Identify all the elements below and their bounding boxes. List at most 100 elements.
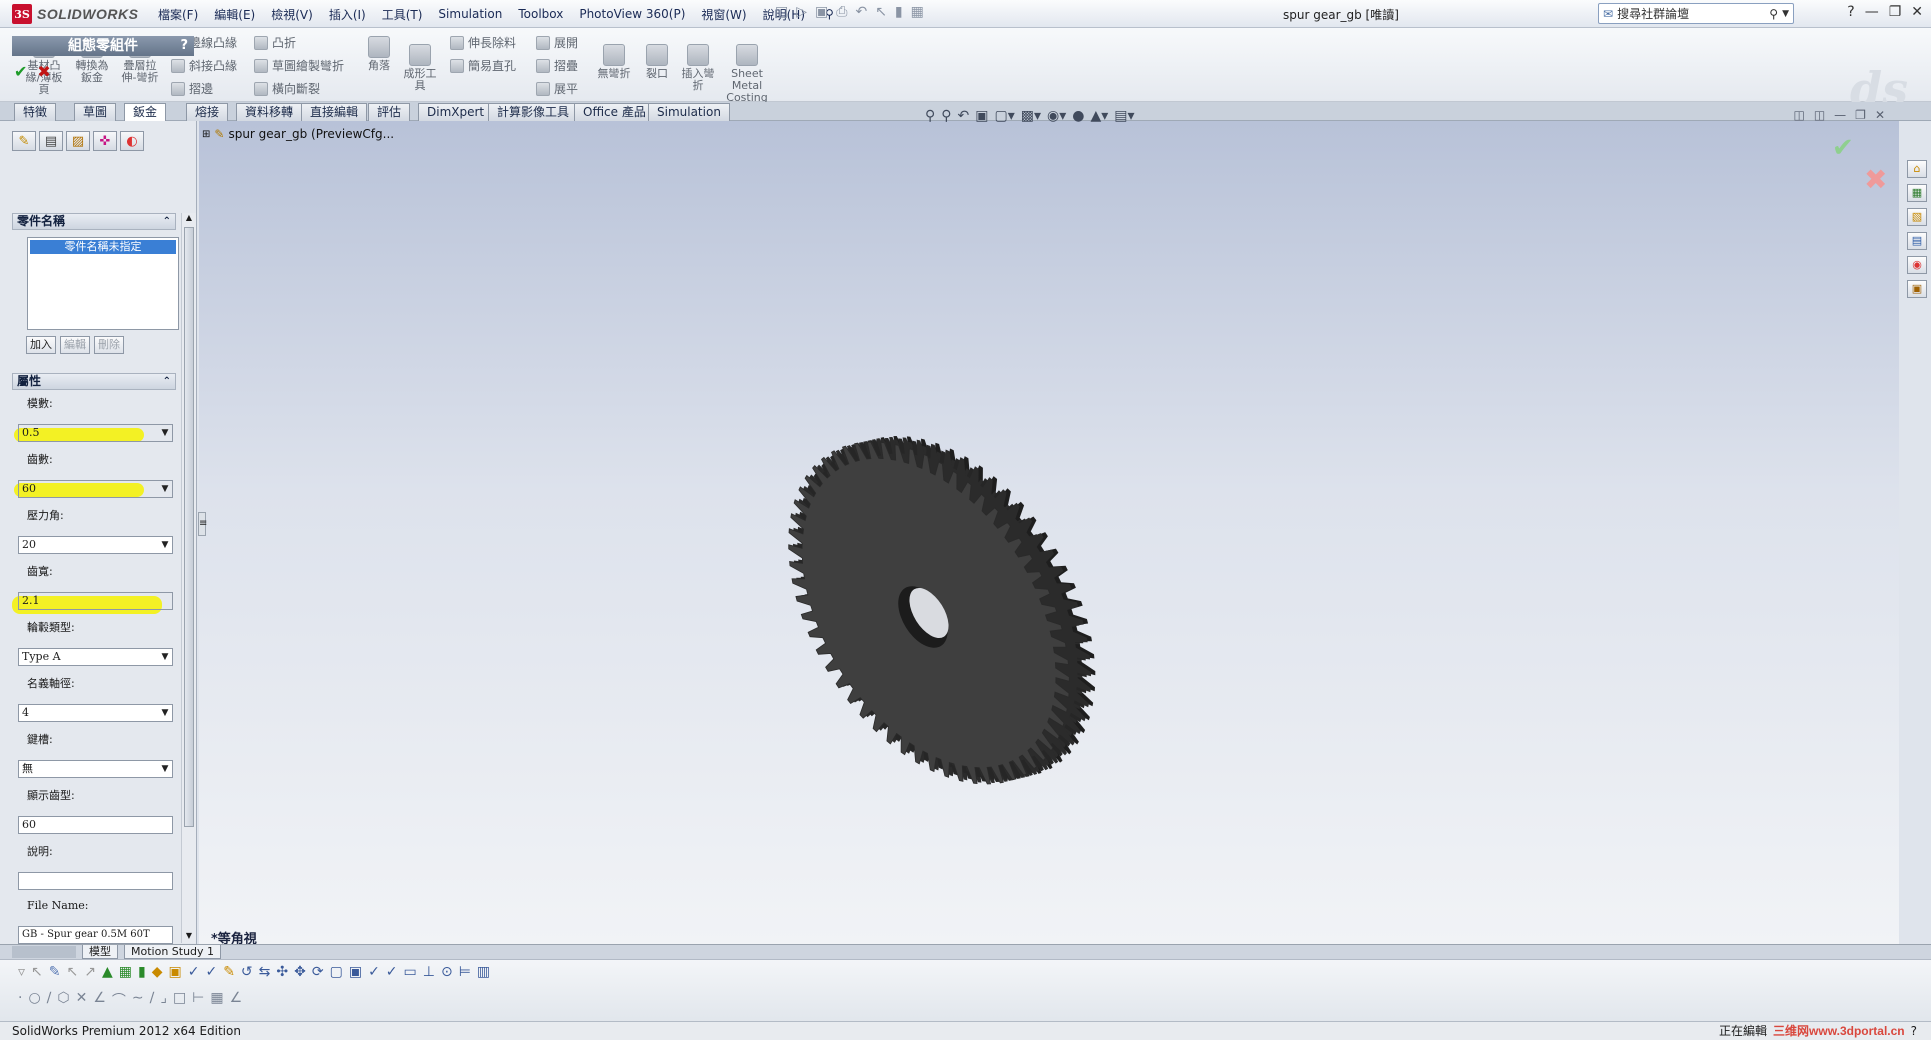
tab-model[interactable]: 模型 [82,945,118,959]
close-icon[interactable]: ✕ [1911,4,1923,20]
view-orientation-icon[interactable]: ▢▾ [995,108,1015,124]
scroll-up-icon[interactable]: ▲ [184,213,194,225]
description-input[interactable] [18,872,173,890]
configuration-manager-icon[interactable]: ▨ [66,131,90,151]
angle-icon[interactable]: ∠ [93,990,106,1010]
file-explorer-icon[interactable]: ▧ [1907,208,1927,226]
clear-filter-icon[interactable]: ↖ [67,964,79,980]
panel-splitter-handle[interactable]: ≡ [198,512,207,536]
extrude-icon[interactable]: ▲ [102,964,113,980]
help-icon[interactable]: ? [1847,4,1854,20]
corner-icon[interactable]: ⌟ [160,990,167,1010]
rebuild-icon[interactable]: ▮ [895,4,903,20]
tab-direct-editing[interactable]: 直接編輯 [301,103,368,121]
minimize-icon[interactable]: — [1865,4,1879,20]
tab-navigation-arrows[interactable] [12,946,76,958]
trim-icon[interactable]: ✎ [223,964,235,980]
list-item[interactable]: 零件名稱未指定 [30,240,176,254]
print-icon[interactable]: ⎙ [836,4,847,20]
select-icon[interactable]: ↖ [875,4,887,20]
property-manager-icon[interactable]: ▤ [39,131,63,151]
view-settings-icon[interactable]: ▤▾ [1114,108,1134,124]
dot-icon[interactable]: · [18,990,22,1010]
rotate-icon[interactable]: ⟳ [312,964,324,980]
edit-button[interactable]: 編輯 [60,336,90,354]
dropdown-arrow-icon[interactable]: ▼ [158,537,172,553]
menu-file[interactable]: 檔案(F) [150,6,206,23]
axis-icon[interactable]: ⊥ [423,964,435,980]
line-icon[interactable]: ∕ [47,990,52,1010]
hide-show-items-icon[interactable]: ◉▾ [1047,108,1066,124]
expand-plus-icon[interactable]: ⊞ [202,129,210,140]
tab-image-tools[interactable]: 計算影像工具 [488,103,579,121]
tab-evaluate[interactable]: 評估 [368,103,411,121]
dimxpert-icon[interactable]: ✜ [93,131,117,151]
apply-scene-icon[interactable]: ▲▾ [1091,108,1109,124]
offset-icon[interactable]: ↺ [241,964,253,980]
tab-weldments[interactable]: 熔接 [186,103,229,121]
hem-button[interactable]: 摺邊 [171,80,213,97]
scrollbar-thumb[interactable] [184,227,194,827]
part-name-group-header[interactable]: 零件名稱 ⌃ [12,213,176,230]
dropdown-arrow-icon[interactable]: ▼ [158,481,172,497]
dropdown-arrow-icon[interactable]: ▼ [158,761,172,777]
centerline-icon[interactable]: ∕ [150,990,155,1010]
tab-data-migration[interactable]: 資料移轉 [236,103,303,121]
dropdown-arrow-icon[interactable]: ▼ [158,425,172,441]
dropdown-arrow-icon[interactable]: ▼ [158,705,172,721]
chamfer-icon[interactable]: ▣ [168,964,181,980]
feature-manager-icon[interactable]: ✎ [12,131,36,151]
view-palette-icon[interactable]: ▤ [1907,232,1927,250]
sheet-metal-costing-button[interactable]: Sheet Metal Costing [726,44,768,104]
move-icon[interactable]: ✥ [294,964,306,980]
select-filter-icon[interactable]: ↖ [31,964,43,980]
search-icon[interactable]: ⚲ [1769,7,1778,21]
ok-check-icon[interactable]: ✔ [14,62,27,81]
viewport-restore-icon[interactable]: ❐ [1855,108,1866,122]
undo-icon[interactable]: ↶ [855,4,867,20]
panel-scrollbar[interactable]: ▲ ▼ [181,213,196,943]
rip-button[interactable]: 裂口 [642,44,672,80]
measure-angle-icon[interactable]: ∠ [230,990,243,1010]
filter-icon[interactable]: ▿ [18,964,25,980]
menu-edit[interactable]: 編輯(E) [206,6,263,23]
appearances-icon[interactable]: ◉ [1907,256,1927,274]
collapse-up-icon[interactable]: ⌃ [163,214,171,229]
dimension-icon[interactable]: ⊢ [192,990,204,1010]
revolve-icon[interactable]: ▦ [119,964,132,980]
pointer-icon[interactable]: ↗ [84,964,96,980]
arc-icon[interactable]: ⌒ [112,990,126,1010]
simple-hole-button[interactable]: 簡易直孔 [450,57,516,74]
polygon-icon[interactable]: ⬡ [57,990,69,1010]
miter-flange-button[interactable]: 斜接凸緣 [171,57,237,74]
flatten-button[interactable]: 展平 [536,80,578,97]
shaft-diameter-select[interactable]: 4 ▼ [18,704,173,722]
part-name-listbox[interactable]: 零件名稱未指定 [27,237,179,330]
home-icon[interactable]: ⌂ [1907,160,1927,178]
restore-icon[interactable]: ❐ [1889,4,1902,20]
cancel-x-icon[interactable]: ✖ [37,62,50,81]
confirmation-ok-icon[interactable]: ✔ [1832,133,1854,163]
sketched-bend-button[interactable]: 草圖繪製彎折 [254,57,344,74]
scale-icon[interactable]: ▢ [330,964,343,980]
solidworks-logo[interactable]: 3S SOLIDWORKS [12,4,138,24]
menu-window[interactable]: 視窗(W) [693,6,754,23]
tab-sketch[interactable]: 草圖 [74,103,117,121]
menu-toolbox[interactable]: Toolbox [510,7,571,21]
jog-button[interactable]: 凸折 [254,34,296,51]
tab-sheet-metal[interactable]: 鈑金 [124,103,167,121]
toggle-filter-icon[interactable]: ✎ [49,964,61,980]
rectangle-icon[interactable]: □ [173,990,186,1010]
save-icon[interactable]: ▣ [815,4,828,20]
extruded-cut-button[interactable]: 伸長除料 [450,34,516,51]
zoom-to-fit-icon[interactable]: ⚲ [925,108,935,124]
edit-appearance-icon[interactable]: ● [1072,108,1084,124]
keyway-select[interactable]: 無 ▼ [18,760,173,778]
feature-tree-root[interactable]: ⊞ ✎ spur gear_gb (PreviewCfg... [202,127,394,141]
fillet-icon[interactable]: ◆ [152,964,163,980]
add-button[interactable]: 加入 [26,336,56,354]
search-community-box[interactable]: ✉ 搜尋社群論壇 ⚲ ▼ [1598,3,1794,24]
search-input[interactable]: 搜尋社群論壇 [1617,5,1765,22]
cross-break-button[interactable]: 橫向斷裂 [254,80,320,97]
no-bends-button[interactable]: 無彎折 [594,44,634,80]
